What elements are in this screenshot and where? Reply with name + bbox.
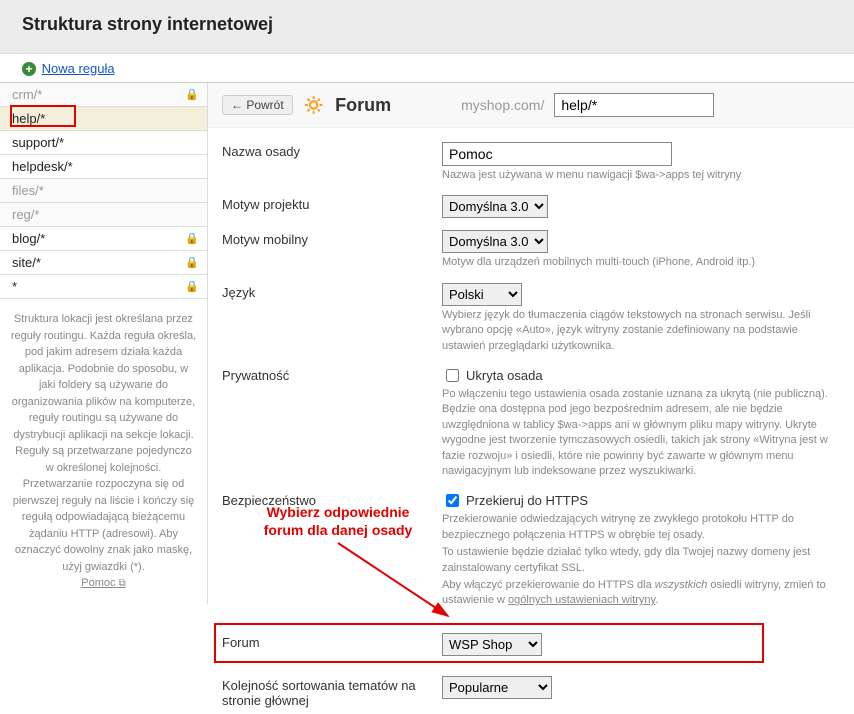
label-theme: Motyw projektu — [222, 195, 442, 212]
new-rule-link[interactable]: Nowa reguła — [42, 61, 115, 76]
security-hint2: To ustawienie będzie działać tylko wtedy… — [442, 545, 840, 576]
name-hint: Nazwa jest używana w menu nawigacji $wa-… — [442, 168, 840, 183]
language-hint: Wybierz język do tłumaczenia ciągów teks… — [442, 308, 840, 354]
external-link-icon: ⧉ — [119, 578, 126, 589]
label-sort: Kolejność sortowania tematów na stronie … — [222, 676, 442, 708]
rule-label: crm/* — [12, 87, 42, 102]
privacy-check-label[interactable]: Ukryta osada — [466, 368, 543, 383]
page-title: Struktura strony internetowej — [22, 14, 836, 35]
annotation-text: Wybierz odpowiednie forum dla danej osad… — [238, 503, 438, 539]
rule-label: site/* — [12, 255, 41, 270]
theme-select[interactable]: Domyślna 3.0 — [442, 195, 548, 218]
rule-label: blog/* — [12, 231, 45, 246]
sidebar-help-text: Struktura lokacji jest określana przez r… — [0, 299, 207, 604]
settlement-title: Forum — [335, 95, 391, 116]
https-checkbox[interactable] — [446, 494, 459, 507]
sidebar-rule[interactable]: files/* — [0, 179, 207, 203]
sidebar-rule[interactable]: *🔒 — [0, 275, 207, 299]
lock-icon: 🔒 — [185, 88, 199, 101]
https-check-label[interactable]: Przekieruj do HTTPS — [466, 493, 588, 508]
label-privacy: Prywatność — [222, 366, 442, 383]
sidebar-rule[interactable]: reg/* — [0, 203, 207, 227]
label-forum: Forum — [222, 633, 442, 650]
label-language: Język — [222, 283, 442, 300]
sidebar-rule[interactable]: crm/* 🔒 — [0, 83, 207, 107]
mobile-theme-hint: Motyw dla urządzeń mobilnych multi-touch… — [442, 255, 840, 270]
domain-label: myshop.com/ — [461, 97, 544, 113]
name-input[interactable] — [442, 142, 672, 166]
lock-icon: 🔒 — [185, 232, 199, 245]
forum-select[interactable]: WSP Shop — [442, 633, 542, 656]
security-hint3: Aby włączyć przekierowanie do HTTPS dla … — [442, 578, 840, 609]
forum-icon: 🔅 — [303, 95, 325, 116]
site-settings-link[interactable]: ogólnych ustawieniach witryny — [508, 594, 655, 606]
rule-label: reg/* — [12, 207, 39, 222]
page-header: Struktura strony internetowej — [0, 0, 854, 54]
privacy-checkbox[interactable] — [446, 369, 459, 382]
mobile-theme-select[interactable]: Domyślna 3.0 — [442, 230, 548, 253]
label-mobile-theme: Motyw mobilny — [222, 230, 442, 247]
security-hint1: Przekierowanie odwiedzających witrynę ze… — [442, 512, 840, 543]
language-select[interactable]: Polski — [442, 283, 522, 306]
rule-label: support/* — [12, 135, 64, 150]
lock-icon: 🔒 — [185, 280, 199, 293]
sidebar-rule[interactable]: help/* — [0, 107, 207, 131]
title-bar: ← Powrót 🔅 Forum myshop.com/ — [208, 83, 854, 128]
sort-select[interactable]: Popularne — [442, 676, 552, 699]
rule-label: help/* — [12, 111, 45, 126]
back-button[interactable]: ← Powrót — [222, 95, 293, 115]
lock-icon: 🔒 — [185, 256, 199, 269]
privacy-hint: Po włączeniu tego ustawienia osada zosta… — [442, 387, 840, 479]
sidebar-rule[interactable]: site/* 🔒 — [0, 251, 207, 275]
label-name: Nazwa osady — [222, 142, 442, 159]
sidebar-rule[interactable]: helpdesk/* — [0, 155, 207, 179]
rule-label: * — [12, 279, 17, 294]
rule-label: files/* — [12, 183, 44, 198]
settings-form: Nazwa osady Nazwa jest używana w menu na… — [208, 128, 854, 714]
sidebar-rule[interactable]: blog/* 🔒 — [0, 227, 207, 251]
add-icon: + — [22, 62, 36, 76]
help-link[interactable]: Pomoc ⧉ — [81, 577, 125, 589]
rule-label: helpdesk/* — [12, 159, 73, 174]
url-input[interactable] — [554, 93, 714, 117]
sidebar: crm/* 🔒 help/* support/* helpdesk/* files/* re… — [0, 83, 208, 604]
main-panel: ← Powrót 🔅 Forum myshop.com/ Nazwa osady… — [208, 83, 854, 714]
sidebar-rule[interactable]: support/* — [0, 131, 207, 155]
toolbar: + Nowa reguła — [0, 54, 854, 83]
